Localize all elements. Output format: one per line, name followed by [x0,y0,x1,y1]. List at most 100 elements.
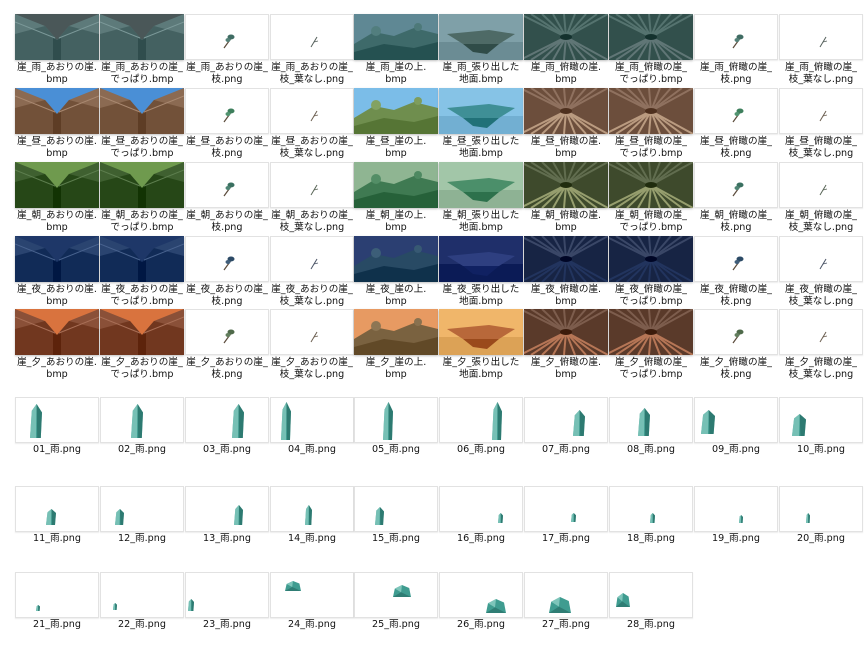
crystal-shard-thumbnail [524,397,608,443]
crystal-shard-thumbnail [354,397,438,443]
bare-branch-thumbnail [270,309,354,355]
file-name-label: 21_雨.png [33,619,81,630]
crystal-shard-thumbnail [524,486,608,532]
file-name-label: 崖_夜_張り出した 地面.bmp [442,284,520,307]
overhang-ground-thumbnail [439,236,523,282]
file-name-label: 崖_夜_俯瞰の崖. bmp [530,284,602,307]
file-name-label: 27_雨.png [542,619,590,630]
bare-branch-thumbnail [779,309,863,355]
file-name-label: 崖_昼_崖の上. bmp [365,136,427,159]
file-name-label: 崖_夕_あおりの崖_ 枝_葉なし.png [271,357,353,380]
clifftop-thumbnail [354,88,438,134]
crystal-shard-thumbnail [100,572,184,618]
file-name-label: 崖_夕_俯瞰の崖. bmp [530,357,602,380]
overhang-ground-thumbnail [439,309,523,355]
file-name-label: 崖_朝_あおりの崖_ でっぱり.bmp [101,210,183,233]
file-name-label: 15_雨.png [372,533,420,544]
file-name-label: 崖_雨_あおりの崖_ 枝_葉なし.png [271,62,353,85]
file-name-label: 崖_昼_あおりの崖_ でっぱり.bmp [101,136,183,159]
crystal-rock-thumbnail [524,572,608,618]
cliff-low-angle-thumbnail [15,88,99,134]
crystal-shard-thumbnail [185,486,269,532]
file-name-label: 崖_夕_俯瞰の崖_ 枝.png [700,357,772,380]
branch-thumbnail [694,309,778,355]
file-name-label: 崖_朝_あおりの崖. bmp [17,210,97,233]
bare-branch-thumbnail [270,88,354,134]
crystal-shard-thumbnail [15,572,99,618]
file-name-label: 崖_夕_張り出した 地面.bmp [442,357,520,380]
cliff-overhead-ledge-thumbnail [609,88,693,134]
crystal-shard-thumbnail [779,486,863,532]
crystal-shard-thumbnail [439,397,523,443]
crystal-shard-thumbnail [694,397,778,443]
cliff-overhead-ledge-thumbnail [609,14,693,60]
file-name-label: 崖_雨_あおりの崖_ 枝.png [186,62,268,85]
cliff-overhead-ledge-thumbnail [609,236,693,282]
branch-thumbnail [185,14,269,60]
file-name-label: 08_雨.png [627,444,675,455]
file-name-label: 崖_朝_あおりの崖_ 枝.png [186,210,268,233]
cliff-low-angle-thumbnail [15,14,99,60]
file-name-label: 26_雨.png [457,619,505,630]
file-name-label: 崖_夜_俯瞰の崖_ 枝_葉なし.png [785,284,857,307]
clifftop-thumbnail [354,236,438,282]
branch-thumbnail [185,162,269,208]
file-name-label: 22_雨.png [118,619,166,630]
file-name-label: 崖_昼_俯瞰の崖_ 枝.png [700,136,772,159]
crystal-shard-thumbnail [15,397,99,443]
crystal-shard-thumbnail [15,486,99,532]
file-name-label: 14_雨.png [288,533,336,544]
crystal-shard-thumbnail [779,397,863,443]
file-name-label: 崖_昼_俯瞰の崖_ でっぱり.bmp [615,136,687,159]
overhang-ground-thumbnail [439,14,523,60]
file-name-label: 崖_雨_あおりの崖_ でっぱり.bmp [101,62,183,85]
file-name-label: 崖_昼_俯瞰の崖. bmp [530,136,602,159]
crystal-shard-thumbnail [270,397,354,443]
overhang-ground-thumbnail [439,162,523,208]
cliff-low-angle-thumbnail [15,236,99,282]
file-name-label: 13_雨.png [203,533,251,544]
bare-branch-thumbnail [779,88,863,134]
file-name-label: 02_雨.png [118,444,166,455]
cliff-low-angle-ledge-thumbnail [100,236,184,282]
branch-thumbnail [185,236,269,282]
file-name-label: 28_雨.png [627,619,675,630]
file-name-label: 崖_夜_あおりの崖. bmp [17,284,97,307]
file-name-label: 19_雨.png [712,533,760,544]
file-name-label: 崖_雨_俯瞰の崖_ 枝_葉なし.png [785,62,857,85]
cliff-low-angle-ledge-thumbnail [100,88,184,134]
file-name-label: 崖_昼_あおりの崖_ 枝.png [186,136,268,159]
file-name-label: 崖_雨_張り出した 地面.bmp [442,62,520,85]
file-name-label: 16_雨.png [457,533,505,544]
file-name-label: 崖_夜_俯瞰の崖_ でっぱり.bmp [615,284,687,307]
crystal-shard-thumbnail [185,397,269,443]
bare-branch-thumbnail [779,14,863,60]
bare-branch-thumbnail [270,162,354,208]
file-name-label: 23_雨.png [203,619,251,630]
file-name-label: 崖_朝_張り出した 地面.bmp [442,210,520,233]
cliff-overhead-thumbnail [524,309,608,355]
file-name-label: 03_雨.png [203,444,251,455]
branch-thumbnail [694,88,778,134]
file-name-label: 崖_朝_俯瞰の崖_ 枝_葉なし.png [785,210,857,233]
file-name-label: 06_雨.png [457,444,505,455]
crystal-rock-thumbnail [609,572,693,618]
cliff-overhead-thumbnail [524,236,608,282]
file-name-label: 崖_夕_俯瞰の崖_ 枝_葉なし.png [785,357,857,380]
branch-thumbnail [694,14,778,60]
crystal-rock-thumbnail [270,572,354,618]
crystal-rock-thumbnail [439,572,523,618]
crystal-shard-thumbnail [439,486,523,532]
file-name-label: 崖_夜_あおりの崖_ でっぱり.bmp [101,284,183,307]
bare-branch-thumbnail [270,14,354,60]
bare-branch-thumbnail [270,236,354,282]
crystal-shard-thumbnail [100,397,184,443]
cliff-low-angle-thumbnail [15,309,99,355]
file-name-label: 崖_昼_あおりの崖. bmp [17,136,97,159]
cliff-low-angle-thumbnail [15,162,99,208]
file-name-label: 18_雨.png [627,533,675,544]
file-name-label: 崖_夜_俯瞰の崖_ 枝.png [700,284,772,307]
file-name-label: 09_雨.png [712,444,760,455]
crystal-shard-thumbnail [694,486,778,532]
branch-thumbnail [185,88,269,134]
